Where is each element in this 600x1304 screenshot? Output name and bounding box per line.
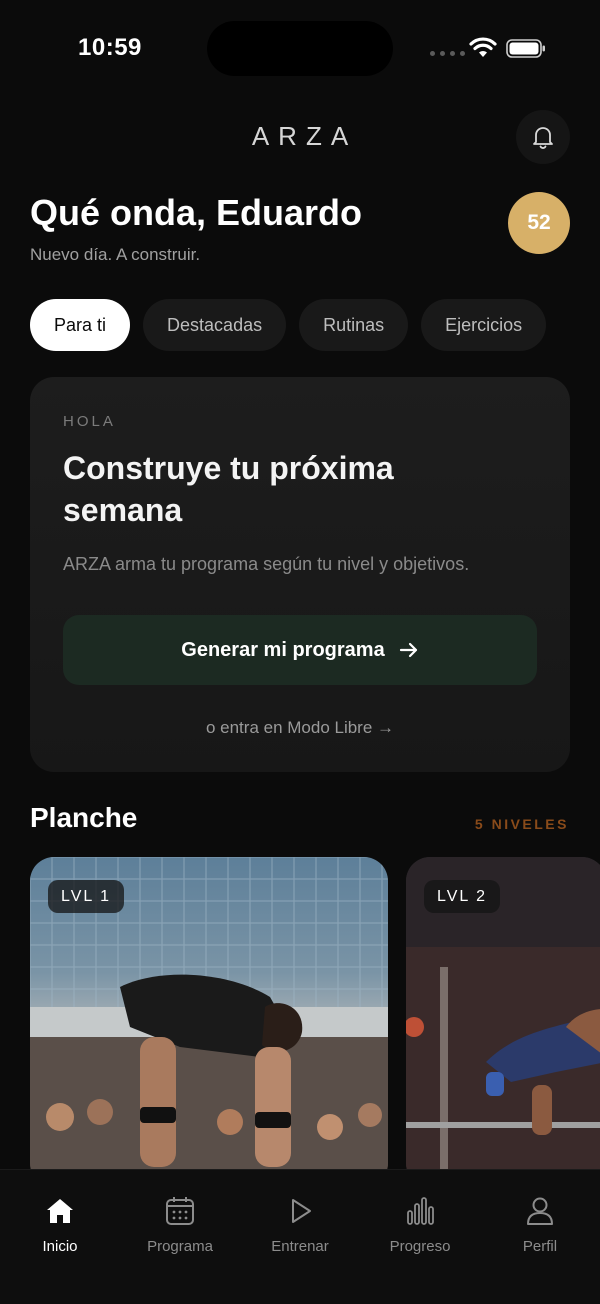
free-mode-link[interactable]: o entra en Modo Libre → [30, 718, 570, 738]
hero-title: Construye tu próxima semana [63, 450, 394, 528]
level-badge: LVL 1 [48, 880, 125, 913]
greeting-subtitle: Nuevo día. A construir. [30, 245, 201, 264]
home-screen: 10:59 ARZA Qué onda, Eduardo Nuevo día. … [0, 0, 600, 1304]
wifi-icon [469, 37, 497, 57]
hero-eyebrow: HOLA [63, 413, 116, 430]
program-hero-card: HOLA Construye tu próxima semana ARZA ar… [30, 377, 570, 772]
notifications-button[interactable] [516, 110, 570, 164]
dynamic-island [207, 21, 393, 76]
generate-program-button[interactable]: Generar mi programa [63, 615, 537, 685]
nav-label: Entrenar [271, 1238, 329, 1255]
streak-badge[interactable]: 52 [508, 192, 570, 254]
nav-perfil[interactable]: Perfil [480, 1170, 600, 1304]
nav-label: Progreso [389, 1238, 451, 1255]
nav-inicio[interactable]: Inicio [0, 1170, 120, 1304]
status-bar: 10:59 [0, 0, 600, 96]
level-badge: LVL 2 [424, 880, 501, 913]
category-tabs: Para ti Destacadas Rutinas Ejercicios [30, 299, 547, 351]
nav-entrenar[interactable]: Entrenar [240, 1170, 360, 1304]
section-levels-count[interactable]: 5 NIVELES [475, 816, 569, 832]
user-icon [523, 1194, 557, 1228]
level-card-1[interactable]: LVL 1 [30, 857, 388, 1187]
cellular-signal-icon [430, 51, 465, 56]
tab-rutinas[interactable]: Rutinas [299, 299, 409, 351]
nav-label: Perfil [522, 1238, 558, 1255]
play-icon [283, 1194, 317, 1228]
bottom-navigation: Inicio Programa Entrenar Progreso Perfil [0, 1169, 600, 1304]
greeting-title: Qué onda, Eduardo [30, 192, 363, 233]
status-time: 10:59 [78, 34, 142, 61]
bell-icon [533, 127, 553, 149]
brand-logo: ARZA [251, 121, 358, 151]
nav-programa[interactable]: Programa [120, 1170, 240, 1304]
arrow-right-icon [399, 642, 417, 658]
calendar-icon [163, 1194, 197, 1228]
nav-label: Programa [147, 1238, 213, 1255]
nav-label: Inicio [42, 1238, 78, 1255]
battery-icon [506, 39, 545, 58]
section-title: Planche [30, 802, 138, 833]
level-card-2[interactable]: LVL 2 [406, 857, 600, 1187]
home-icon [43, 1194, 77, 1228]
tab-ejercicios[interactable]: Ejercicios [421, 299, 547, 351]
nav-progreso[interactable]: Progreso [360, 1170, 480, 1304]
tab-destacadas[interactable]: Destacadas [143, 299, 287, 351]
hero-description: ARZA arma tu programa según tu nivel y o… [63, 554, 470, 574]
tab-para-ti[interactable]: Para ti [30, 299, 131, 351]
bar-chart-icon [403, 1194, 437, 1228]
generate-program-label: Generar mi programa [181, 638, 385, 661]
